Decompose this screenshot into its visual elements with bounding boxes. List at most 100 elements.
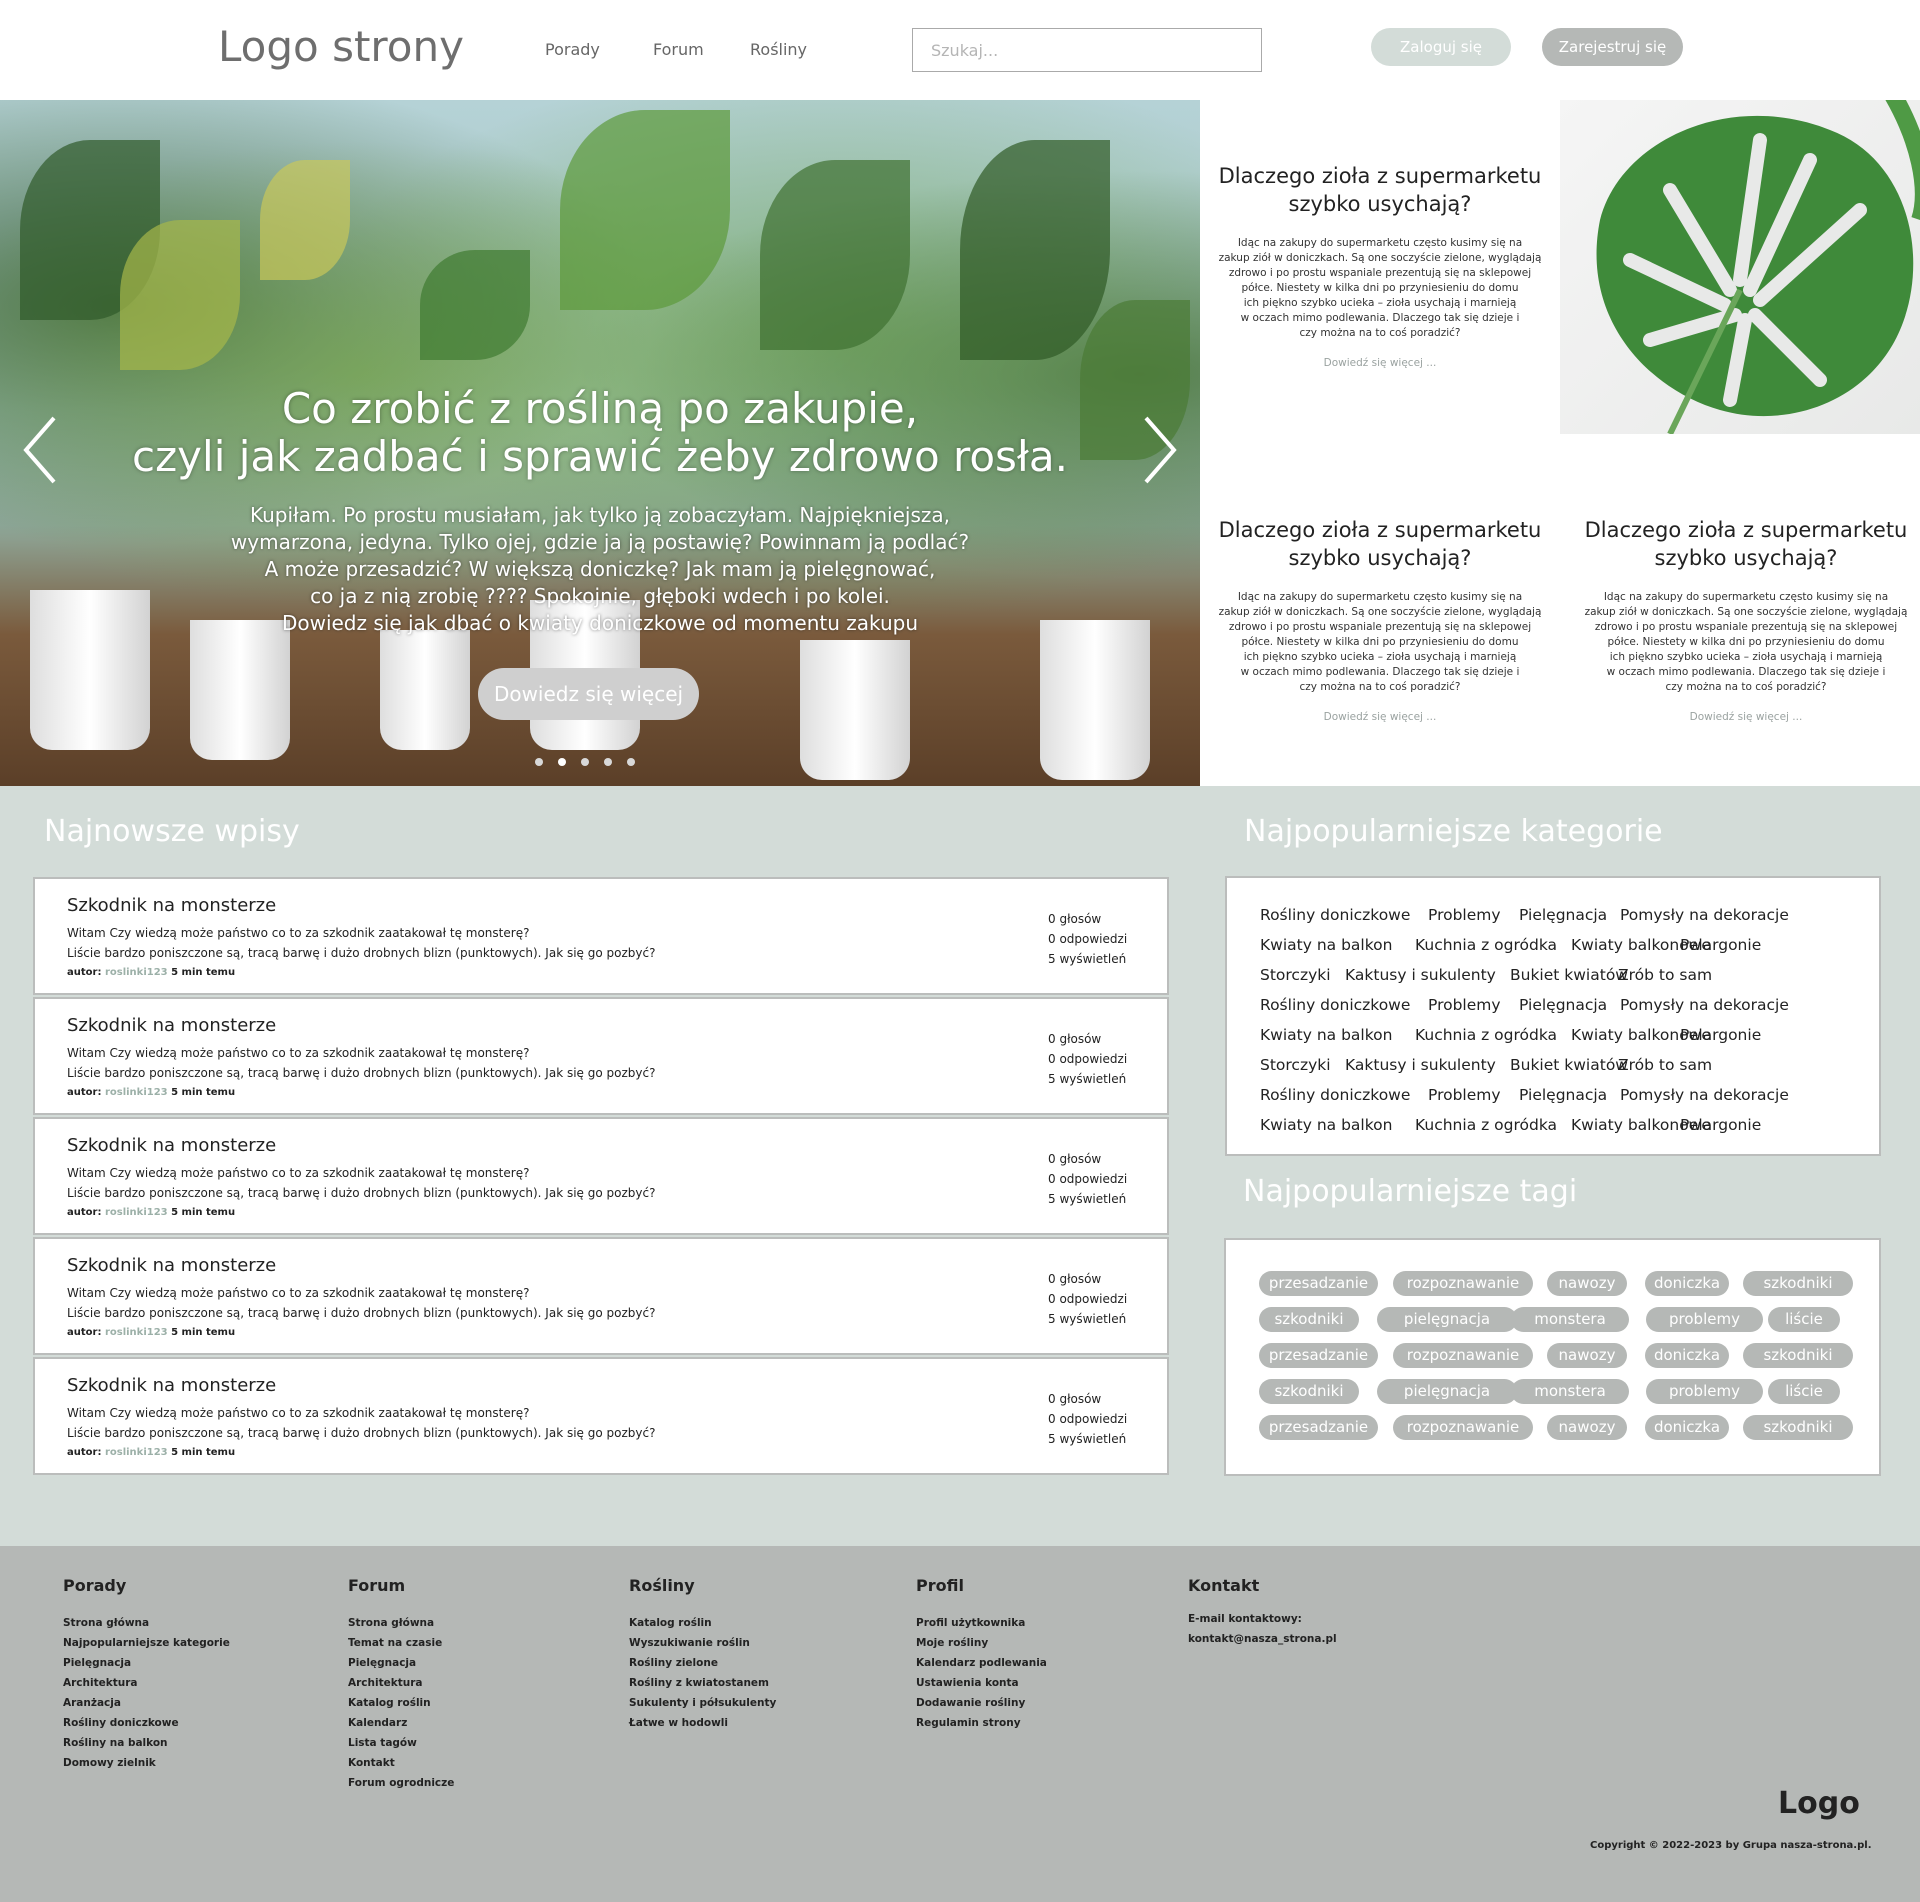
- tag-pill[interactable]: problemy: [1646, 1379, 1763, 1404]
- category-link[interactable]: Bukiet kwiatów: [1510, 1056, 1628, 1074]
- tag-pill[interactable]: doniczka: [1645, 1415, 1729, 1440]
- tag-pill[interactable]: nawozy: [1547, 1271, 1627, 1296]
- post-title[interactable]: Szkodnik na monsterze: [67, 1375, 276, 1396]
- post-author-link[interactable]: roslinki123: [105, 967, 168, 978]
- footer-link[interactable]: Rośliny z kwiatostanem: [629, 1673, 776, 1693]
- article-title[interactable]: Dlaczego zioła z supermarketu szybko usyc…: [1210, 516, 1550, 572]
- footer-link[interactable]: Sukulenty i półsukulenty: [629, 1693, 776, 1713]
- footer-link[interactable]: Katalog roślin: [629, 1613, 776, 1633]
- footer-link[interactable]: kontakt@nasza_strona.pl: [1188, 1629, 1337, 1649]
- footer-link[interactable]: Kalendarz: [348, 1713, 454, 1733]
- post-title[interactable]: Szkodnik na monsterze: [67, 895, 276, 916]
- footer-link[interactable]: Domowy zielnik: [63, 1753, 230, 1773]
- site-logo[interactable]: Logo strony: [218, 22, 464, 71]
- slider-dot[interactable]: [604, 758, 612, 766]
- footer-link[interactable]: Temat na czasie: [348, 1633, 454, 1653]
- footer-link[interactable]: Łatwe w hodowli: [629, 1713, 776, 1733]
- category-link[interactable]: Kuchnia z ogródka: [1415, 1116, 1557, 1134]
- tag-pill[interactable]: przesadzanie: [1259, 1415, 1378, 1440]
- category-link[interactable]: Problemy: [1428, 996, 1501, 1014]
- footer-link[interactable]: Strona główna: [63, 1613, 230, 1633]
- tag-pill[interactable]: rozpoznawanie: [1393, 1343, 1533, 1368]
- footer-link[interactable]: Regulamin strony: [916, 1713, 1047, 1733]
- chevron-right-icon[interactable]: [1138, 415, 1178, 485]
- footer-link[interactable]: Wyszukiwanie roślin: [629, 1633, 776, 1653]
- slider-dot[interactable]: [535, 758, 543, 766]
- category-link[interactable]: Storczyki: [1260, 1056, 1331, 1074]
- article-read-more-link[interactable]: Dowiedź się więcej ...: [1324, 357, 1437, 369]
- footer-link[interactable]: Kalendarz podlewania: [916, 1653, 1047, 1673]
- article-title[interactable]: Dlaczego zioła z supermarketu szybko usyc…: [1210, 162, 1550, 218]
- post-title[interactable]: Szkodnik na monsterze: [67, 1135, 276, 1156]
- footer-link[interactable]: E-mail kontaktowy:: [1188, 1609, 1337, 1629]
- post-author-link[interactable]: roslinki123: [105, 1447, 168, 1458]
- slider-dot[interactable]: [627, 758, 635, 766]
- category-link[interactable]: Pomysły na dekoracje: [1620, 1086, 1789, 1104]
- post-title[interactable]: Szkodnik na monsterze: [67, 1255, 276, 1276]
- footer-link[interactable]: Aranżacja: [63, 1693, 230, 1713]
- post-author-link[interactable]: roslinki123: [105, 1087, 168, 1098]
- tag-pill[interactable]: nawozy: [1547, 1415, 1627, 1440]
- category-link[interactable]: Bukiet kwiatów: [1510, 966, 1628, 984]
- footer-link[interactable]: Pielęgnacja: [348, 1653, 454, 1673]
- post-item[interactable]: Szkodnik na monsterze Witam Czy wiedzą mo…: [33, 1357, 1169, 1475]
- category-link[interactable]: Kuchnia z ogródka: [1415, 936, 1557, 954]
- post-author-link[interactable]: roslinki123: [105, 1327, 168, 1338]
- footer-link[interactable]: Najpopularniejsze kategorie: [63, 1633, 230, 1653]
- tag-pill[interactable]: rozpoznawanie: [1393, 1415, 1533, 1440]
- footer-link[interactable]: Strona główna: [348, 1613, 454, 1633]
- hero-learn-more-button[interactable]: Dowiedz się więcej: [478, 668, 699, 720]
- tag-pill[interactable]: szkodniki: [1743, 1343, 1853, 1368]
- tag-pill[interactable]: przesadzanie: [1259, 1343, 1378, 1368]
- footer-link[interactable]: Katalog roślin: [348, 1693, 454, 1713]
- footer-link[interactable]: Ustawienia konta: [916, 1673, 1047, 1693]
- tag-pill[interactable]: szkodniki: [1259, 1379, 1359, 1404]
- category-link[interactable]: Rośliny doniczkowe: [1260, 1086, 1410, 1104]
- nav-rosliny[interactable]: Rośliny: [750, 40, 807, 59]
- footer-link[interactable]: Kontakt: [348, 1753, 454, 1773]
- category-link[interactable]: Kaktusy i sukulenty: [1345, 1056, 1496, 1074]
- category-link[interactable]: Zrób to sam: [1618, 1056, 1712, 1074]
- category-link[interactable]: Pelargonie: [1680, 1116, 1761, 1134]
- post-title[interactable]: Szkodnik na monsterze: [67, 1015, 276, 1036]
- slider-dot-active[interactable]: [558, 758, 566, 766]
- chevron-left-icon[interactable]: [22, 415, 62, 485]
- tag-pill[interactable]: pielęgnacja: [1377, 1307, 1517, 1332]
- category-link[interactable]: Kwiaty na balkon: [1260, 936, 1392, 954]
- tag-pill[interactable]: monstera: [1511, 1379, 1629, 1404]
- footer-link[interactable]: Rośliny na balkon: [63, 1733, 230, 1753]
- category-link[interactable]: Pelargonie: [1680, 1026, 1761, 1044]
- footer-link[interactable]: Profil użytkownika: [916, 1613, 1047, 1633]
- tag-pill[interactable]: pielęgnacja: [1377, 1379, 1517, 1404]
- article-read-more-link[interactable]: Dowiedź się więcej ...: [1690, 711, 1803, 723]
- tag-pill[interactable]: przesadzanie: [1259, 1271, 1378, 1296]
- category-link[interactable]: Rośliny doniczkowe: [1260, 906, 1410, 924]
- post-item[interactable]: Szkodnik na monsterze Witam Czy wiedzą mo…: [33, 877, 1169, 995]
- tag-pill[interactable]: nawozy: [1547, 1343, 1627, 1368]
- category-link[interactable]: Kaktusy i sukulenty: [1345, 966, 1496, 984]
- category-link[interactable]: Pomysły na dekoracje: [1620, 906, 1789, 924]
- login-button[interactable]: Zaloguj się: [1371, 28, 1511, 66]
- footer-link[interactable]: Moje rośliny: [916, 1633, 1047, 1653]
- footer-link[interactable]: Pielęgnacja: [63, 1653, 230, 1673]
- post-item[interactable]: Szkodnik na monsterze Witam Czy wiedzą mo…: [33, 997, 1169, 1115]
- tag-pill[interactable]: szkodniki: [1259, 1307, 1359, 1332]
- category-link[interactable]: Zrób to sam: [1618, 966, 1712, 984]
- register-button[interactable]: Zarejestruj się: [1542, 28, 1683, 66]
- category-link[interactable]: Pomysły na dekoracje: [1620, 996, 1789, 1014]
- footer-link[interactable]: Lista tagów: [348, 1733, 454, 1753]
- tag-pill[interactable]: rozpoznawanie: [1393, 1271, 1533, 1296]
- category-link[interactable]: Pielęgnacja: [1519, 906, 1607, 924]
- tag-pill[interactable]: problemy: [1646, 1307, 1763, 1332]
- footer-link[interactable]: Architektura: [63, 1673, 230, 1693]
- tag-pill[interactable]: monstera: [1511, 1307, 1629, 1332]
- search-input[interactable]: [912, 28, 1262, 72]
- tag-pill[interactable]: liście: [1768, 1379, 1840, 1404]
- category-link[interactable]: Kwiaty na balkon: [1260, 1116, 1392, 1134]
- post-item[interactable]: Szkodnik na monsterze Witam Czy wiedzą mo…: [33, 1237, 1169, 1355]
- footer-link[interactable]: Rośliny doniczkowe: [63, 1713, 230, 1733]
- footer-link[interactable]: Forum ogrodnicze: [348, 1773, 454, 1793]
- category-link[interactable]: Pelargonie: [1680, 936, 1761, 954]
- category-link[interactable]: Problemy: [1428, 1086, 1501, 1104]
- nav-forum[interactable]: Forum: [653, 40, 704, 59]
